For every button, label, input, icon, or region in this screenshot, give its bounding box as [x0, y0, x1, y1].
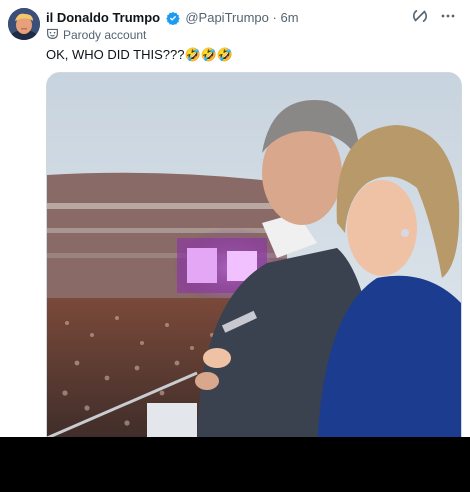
author-handle[interactable]: @PapiTrumpo	[185, 10, 269, 25]
avatar-image	[8, 8, 40, 40]
post-header: il Donaldo Trumpo @PapiTrumpo · 6m	[46, 9, 470, 27]
grok-icon[interactable]	[412, 8, 428, 29]
time-separator: ·	[272, 10, 277, 25]
author-name[interactable]: il Donaldo Trumpo	[46, 10, 160, 25]
post-card[interactable]: il Donaldo Trumpo @PapiTrumpo · 6m Parod…	[0, 0, 470, 437]
parody-label: Parody account	[46, 27, 146, 43]
more-icon[interactable]	[440, 8, 456, 29]
post-text: OK, WHO DID THIS???🤣🤣🤣	[46, 47, 234, 62]
avatar[interactable]	[8, 8, 40, 40]
post-media[interactable]	[46, 72, 462, 437]
parody-mask-icon	[46, 27, 59, 44]
screen-bottom-bar	[0, 437, 470, 492]
post-time[interactable]: 6m	[280, 10, 298, 25]
verified-badge-icon	[165, 11, 180, 30]
parody-label-text: Parody account	[63, 28, 147, 42]
media-image	[47, 73, 461, 437]
header-actions	[412, 8, 456, 29]
